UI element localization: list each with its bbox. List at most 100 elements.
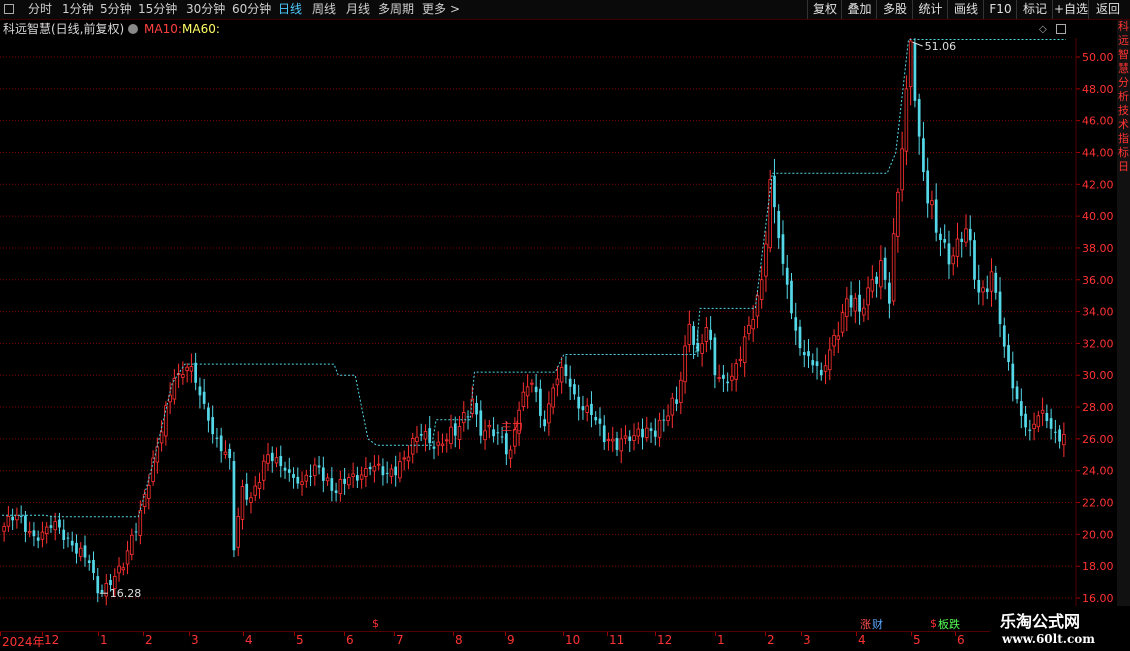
candle-body [819, 369, 823, 376]
toolbar-button-2[interactable]: 多股 [876, 0, 913, 19]
candle-body [543, 419, 547, 427]
toolbar-button-5[interactable]: F10 [983, 0, 1017, 19]
candle-body [356, 475, 359, 481]
candle-body [551, 387, 555, 408]
y-tick-label: 34.00 [1082, 306, 1114, 319]
candle-body [49, 525, 53, 528]
candle-body [100, 589, 104, 593]
panel-toggle-icon[interactable] [1056, 24, 1066, 34]
time-tick [765, 632, 766, 636]
candle-body [934, 199, 938, 233]
candle-body [436, 441, 441, 446]
candlestick-chart[interactable]: 16.00 18.00 20.00 22.00 24.00 26.00 28.00 30.00… [0, 38, 1117, 630]
period-tab-0[interactable]: 分时 [28, 0, 52, 19]
chevron-right-icon[interactable]: > [450, 0, 460, 19]
toolbar-button-1[interactable]: 叠加 [841, 0, 877, 19]
time-label: 8 [455, 633, 463, 647]
candle-body [768, 179, 772, 249]
ma60-label: MA60: [182, 22, 220, 36]
period-tab-3[interactable]: 15分钟 [138, 0, 177, 19]
candle-body [508, 449, 513, 459]
period-tab-4[interactable]: 30分钟 [186, 0, 225, 19]
candle-body [636, 428, 641, 437]
toolbar-button-3[interactable]: 统计 [912, 0, 948, 19]
toolbar: 分时 1分钟 5分钟 15分钟 30分钟 60分钟 日线 周线 月线 多周期 更多 > 复权 叠加 多股统… [0, 0, 1130, 20]
candle-body [325, 477, 330, 482]
diamond-icon[interactable]: ◇ [1039, 24, 1047, 35]
candle-body [475, 403, 478, 415]
candle-body [330, 478, 334, 491]
candle-body [657, 419, 662, 438]
candle-body [577, 396, 581, 409]
candle-body [781, 234, 785, 264]
candle-body [1024, 413, 1027, 428]
candle-body [309, 475, 312, 477]
candle-body [283, 467, 287, 471]
candle-body [823, 365, 828, 372]
time-tick [911, 632, 912, 636]
candle-body [359, 474, 364, 480]
candle-body [394, 466, 398, 476]
toolbar-button-4[interactable]: 画线 [947, 0, 984, 19]
candle-body [994, 272, 998, 293]
candle-body [296, 476, 300, 484]
toolbar-button-7[interactable]: +自选 [1052, 0, 1089, 19]
axis-strip-char: 日 [1118, 160, 1129, 173]
toolbar-button-8[interactable]: 返回 [1088, 0, 1127, 19]
candle-body [202, 391, 206, 404]
fall-marker: 板跌 [938, 618, 960, 631]
fall-signal-marker: $ [930, 617, 937, 630]
candle-body [87, 560, 91, 563]
candle-body [968, 228, 972, 241]
period-tab-9[interactable]: 多周期 [378, 0, 414, 19]
axis-strip-char: 远 [1118, 34, 1129, 47]
candle-body [1011, 363, 1015, 389]
candle-body [998, 291, 1002, 325]
candle-body [96, 576, 100, 594]
time-tick [655, 632, 656, 636]
candle-body [666, 415, 670, 421]
candle-body [83, 545, 87, 558]
candle-body [939, 233, 942, 240]
time-label: 7 [396, 633, 404, 647]
candle-body [717, 377, 721, 379]
candle-body [649, 428, 653, 431]
candle-body [287, 469, 291, 473]
candle-body [368, 466, 372, 470]
period-tab-7[interactable]: 周线 [312, 0, 336, 19]
window-icon[interactable] [4, 4, 14, 14]
time-tick [801, 632, 802, 636]
candle-body [245, 483, 249, 500]
candle-body [466, 416, 470, 418]
time-tick [98, 632, 99, 636]
period-tab-1[interactable]: 1分钟 [62, 0, 94, 19]
candle-body [240, 486, 245, 520]
candle-body [700, 343, 704, 354]
candle-body [376, 463, 381, 466]
candle-body [853, 297, 858, 312]
toolbar-button-0[interactable]: 复权 [807, 0, 842, 19]
toolbar-button-6[interactable]: 标记 [1016, 0, 1053, 19]
candle-body [875, 276, 878, 284]
candle-body [223, 451, 228, 455]
period-tab-6[interactable]: 日线 [278, 0, 302, 19]
candle-body [104, 583, 109, 597]
time-label: 3 [803, 633, 811, 647]
period-tab-10[interactable]: 更多 [422, 0, 446, 19]
period-tab-5[interactable]: 60分钟 [232, 0, 271, 19]
candle-body [343, 478, 346, 484]
y-tick-label: 36.00 [1082, 274, 1114, 287]
candle-body [977, 280, 981, 293]
candle-body [840, 312, 845, 333]
candle-body [610, 438, 615, 442]
period-tab-2[interactable]: 5分钟 [100, 0, 132, 19]
y-tick-label: 16.00 [1082, 592, 1114, 605]
period-tab-8[interactable]: 月线 [346, 0, 370, 19]
candle-body [32, 530, 36, 537]
candle-body [500, 436, 504, 438]
y-tick-label: 46.00 [1082, 115, 1114, 128]
candle-body [832, 335, 836, 347]
time-tick [607, 632, 608, 636]
candle-body [211, 417, 215, 435]
dropdown-circle-icon[interactable] [128, 24, 138, 34]
